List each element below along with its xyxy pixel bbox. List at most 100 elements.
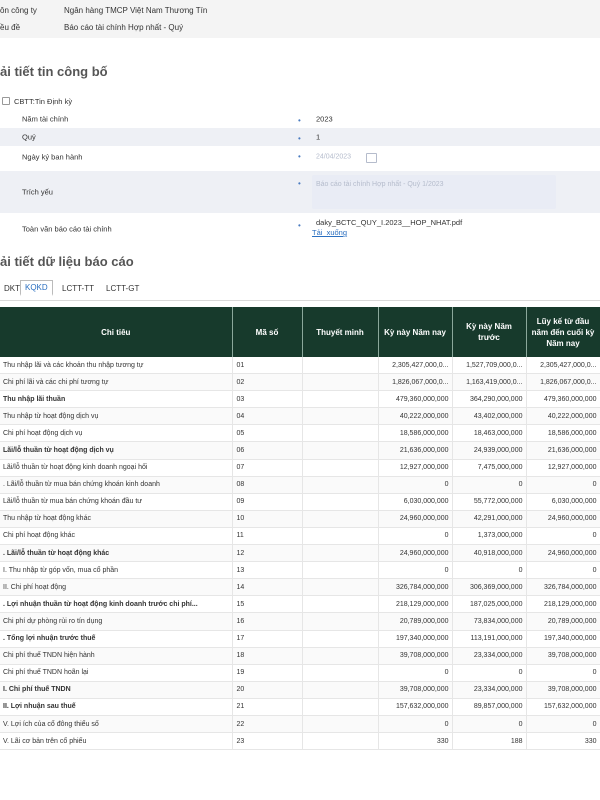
company-value: Ngân hàng TMCP Việt Nam Thương Tín [64,6,208,15]
table-row: V. Lãi cơ bản trên cổ phiếu 23 330 188 330 [0,732,600,751]
row-ytd: 21,636,000,000 [526,441,600,460]
row-current: 12,927,000,000 [378,459,453,477]
year-label: Năm tài chính [22,114,69,124]
table-row: Thu nhập lãi thuần 03 479,360,000,000 364,2… [0,390,600,409]
row-name: Chi phí dự phòng rủi ro tín dụng [0,612,233,631]
row-current: 0 [378,715,453,734]
row-code: 23 [232,732,303,751]
row-note [302,373,379,392]
row-current: 18,586,000,000 [378,424,453,443]
row-name: V. Lãi cơ bản trên cổ phiếu [0,732,233,751]
company-label: ôn công ty [0,6,37,15]
col-note[interactable]: Thuyết minh [302,307,379,357]
tab-lctt-tt[interactable]: LCTT-TT [58,282,98,295]
row-ytd: 479,360,000,000 [526,390,600,409]
row-previous: 24,939,000,000 [452,441,527,460]
col-indicator[interactable]: Chỉ tiêu [0,307,233,357]
row-previous: 187,025,000,000 [452,595,527,614]
row-note [302,561,379,580]
quarter-value[interactable]: 1 [316,133,320,142]
row-current: 218,129,000,000 [378,595,453,614]
row-code: 17 [232,630,303,648]
row-current: 0 [378,664,453,682]
download-link[interactable]: Tải_xuống [312,228,347,237]
table-row: Chi phí lãi và các chi phí tương tự 02 1,8… [0,373,600,392]
table-row: Chi phí thuế TNDN hiện hành 18 39,708,000,… [0,647,600,665]
row-name: V. Lợi ích của cổ đông thiểu số [0,715,233,734]
row-previous: 43,402,000,000 [452,407,527,426]
row-ytd: 157,632,000,000 [526,698,600,716]
row-code: 15 [232,595,303,614]
row-previous: 188 [452,732,527,751]
row-name: . Tổng lợi nhuận trước thuế [0,630,233,648]
row-code: 22 [232,715,303,734]
row-previous: 0 [452,715,527,734]
table-row: Chi phí hoạt động khác 11 0 1,373,000,000 0 [0,527,600,546]
file-label: Toàn văn báo cáo tài chính [22,224,112,234]
row-ytd: 0 [526,664,600,682]
summary-value: Báo cáo tài chính Hợp nhất - Quý 1/2023 [316,181,444,188]
field-row-summary: Trích yếu • Báo cáo tài chính Hợp nhất -… [0,171,600,213]
table-row: . Tổng lợi nhuận trước thuế 17 197,340,000… [0,630,600,648]
row-ytd: 2,305,427,000,0... [526,357,600,375]
row-current: 24,960,000,000 [378,544,453,563]
row-previous: 306,369,000,000 [452,578,527,597]
summary-input[interactable]: Báo cáo tài chính Hợp nhất - Quý 1/2023 [312,175,556,209]
row-note [302,357,379,375]
row-current: 0 [378,527,453,546]
row-ytd: 0 [526,476,600,494]
row-ytd: 6,030,000,000 [526,493,600,511]
row-note [302,441,379,460]
row-name: Thu nhập từ hoạt động dịch vụ [0,407,233,426]
quarter-label: Quý [22,132,36,142]
file-name: daky_BCTC_QUY_I.2023__HOP_NHAT.pdf [316,218,463,227]
col-ytd[interactable]: Lũy kế từ đầu năm đến cuối kỳ Năm nay [526,307,600,357]
row-code: 07 [232,459,303,477]
row-note [302,732,379,751]
tab-kqkd[interactable]: KQKD [20,280,53,296]
row-previous: 55,772,000,000 [452,493,527,511]
row-ytd: 0 [526,527,600,546]
year-value[interactable]: 2023 [316,115,333,124]
row-code: 12 [232,544,303,563]
row-ytd: 1,826,067,000,0... [526,373,600,392]
row-name: . Lợi nhuận thuần từ hoạt động kinh doan… [0,595,233,614]
row-note [302,407,379,426]
cbtt-row: CBTT:Tin Định kỳ [0,95,600,109]
calendar-icon[interactable] [366,153,377,163]
row-ytd: 330 [526,732,600,751]
col-code[interactable]: Mã số [232,307,303,357]
row-name: Chi phí hoạt động dịch vụ [0,424,233,443]
row-name: . Lãi/lỗ thuần từ hoạt động khác [0,544,233,563]
row-current: 6,030,000,000 [378,493,453,511]
row-name: Lãi/lỗ thuần từ hoạt động kinh doanh ngo… [0,459,233,477]
col-current[interactable]: Kỳ này Năm nay [378,307,453,357]
row-code: 14 [232,578,303,597]
row-previous: 1,373,000,000 [452,527,527,546]
tab-lctt-gt[interactable]: LCTT-GT [102,282,143,295]
col-previous[interactable]: Kỳ này Năm trước [452,307,527,357]
row-ytd: 39,708,000,000 [526,647,600,665]
row-current: 39,708,000,000 [378,647,453,665]
row-code: 09 [232,493,303,511]
row-name: Thu nhập lãi và các khoản thu nhập tương… [0,357,233,375]
row-current: 2,305,427,000,0... [378,357,453,375]
row-name: Chi phí hoạt động khác [0,527,233,546]
row-note [302,664,379,682]
row-code: 18 [232,647,303,665]
row-current: 479,360,000,000 [378,390,453,409]
table-row: Chi phí dự phòng rủi ro tín dụng 16 20,789… [0,612,600,631]
row-code: 21 [232,698,303,716]
subject-row: ều đề Báo cáo tài chính Hợp nhất - Quý [0,23,600,35]
row-ytd: 24,960,000,000 [526,510,600,528]
report-tabs: DKT KQKD LCTT-TT LCTT-GT [0,278,600,301]
table-row: V. Lợi ích của cổ đông thiểu số 22 0 0 0 [0,715,600,734]
table-row: Lãi/lỗ thuần từ hoạt động dịch vụ 06 21,63… [0,441,600,460]
date-value[interactable]: 24/04/2023 [316,154,351,161]
row-current: 197,340,000,000 [378,630,453,648]
row-ytd: 0 [526,715,600,734]
row-note [302,476,379,494]
row-previous: 89,857,000,000 [452,698,527,716]
table-row: I. Thu nhập từ góp vốn, mua cổ phần 13 0 0 0 [0,561,600,580]
expand-icon[interactable] [2,97,10,105]
